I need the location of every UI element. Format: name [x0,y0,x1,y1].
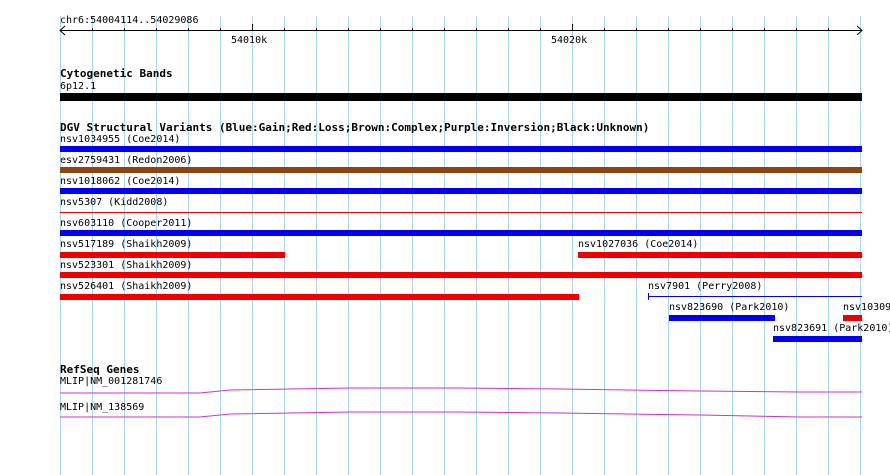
variant-bar-nsv5307[interactable] [60,212,862,213]
variant-label: nsv1034955 (Coe2014) [60,134,181,145]
variant-label: nsv517189 (Shaikh2009) [60,239,193,250]
variant-label: nsv523301 (Shaikh2009) [60,260,193,271]
variant-bar-nsv1034955[interactable] [60,146,862,152]
variant-label: nsv823691 (Park2010) [773,323,890,334]
gene-label: MLIP|NM_001281746 [60,376,163,387]
variant-bar-nsv7901[interactable] [648,293,862,300]
variant-label: nsv823690 (Park2010) [669,302,790,313]
gene-label: MLIP|NM_138569 [60,402,145,413]
variant-label: nsv7901 (Perry2008) [648,281,763,292]
variant-label: nsv603110 (Cooper2011) [60,218,193,229]
variant-bar-nsv603110[interactable] [60,230,862,236]
variant-label: esv2759431 (Redon2006) [60,155,193,166]
track-title-dgv: DGV Structural Variants (Blue:Gain;Red:L… [60,121,650,134]
variant-label: nsv5307 (Kidd2008) [60,197,169,208]
variant-bar-nsv823691[interactable] [773,336,862,342]
track-title-cytobands: Cytogenetic Bands [60,67,173,80]
variant-bar-nsv1027036[interactable] [578,252,862,258]
variant-bar-nsv526401[interactable] [60,294,579,300]
ruler-label-54020k: 54020k [551,35,588,46]
variant-label: nsv10309 [843,302,890,313]
variant-label: nsv1018062 (Coe2014) [60,176,181,187]
gene-line-nm138569[interactable] [60,411,862,418]
variant-bar-nsv523301[interactable] [60,272,862,278]
variant-bar-esv2759431[interactable] [60,167,862,173]
variant-label: nsv526401 (Shaikh2009) [60,281,193,292]
variant-bar-nsv517189[interactable] [60,252,285,258]
gene-line-nm001281746[interactable] [60,387,862,394]
track-title-refseq: RefSeq Genes [60,363,140,376]
variant-bar-nsv1018062[interactable] [60,188,862,194]
cytoband-label: 6p12.1 [60,81,97,92]
cytoband-bar[interactable] [60,93,862,101]
variant-bar-nsv823690[interactable] [669,315,775,321]
location-label: chr6:54004114..54029086 [60,15,199,26]
ruler-label-54010k: 54010k [231,35,268,46]
variant-bar-nsv10309[interactable] [843,315,862,321]
variant-label: nsv1027036 (Coe2014) [578,239,699,250]
